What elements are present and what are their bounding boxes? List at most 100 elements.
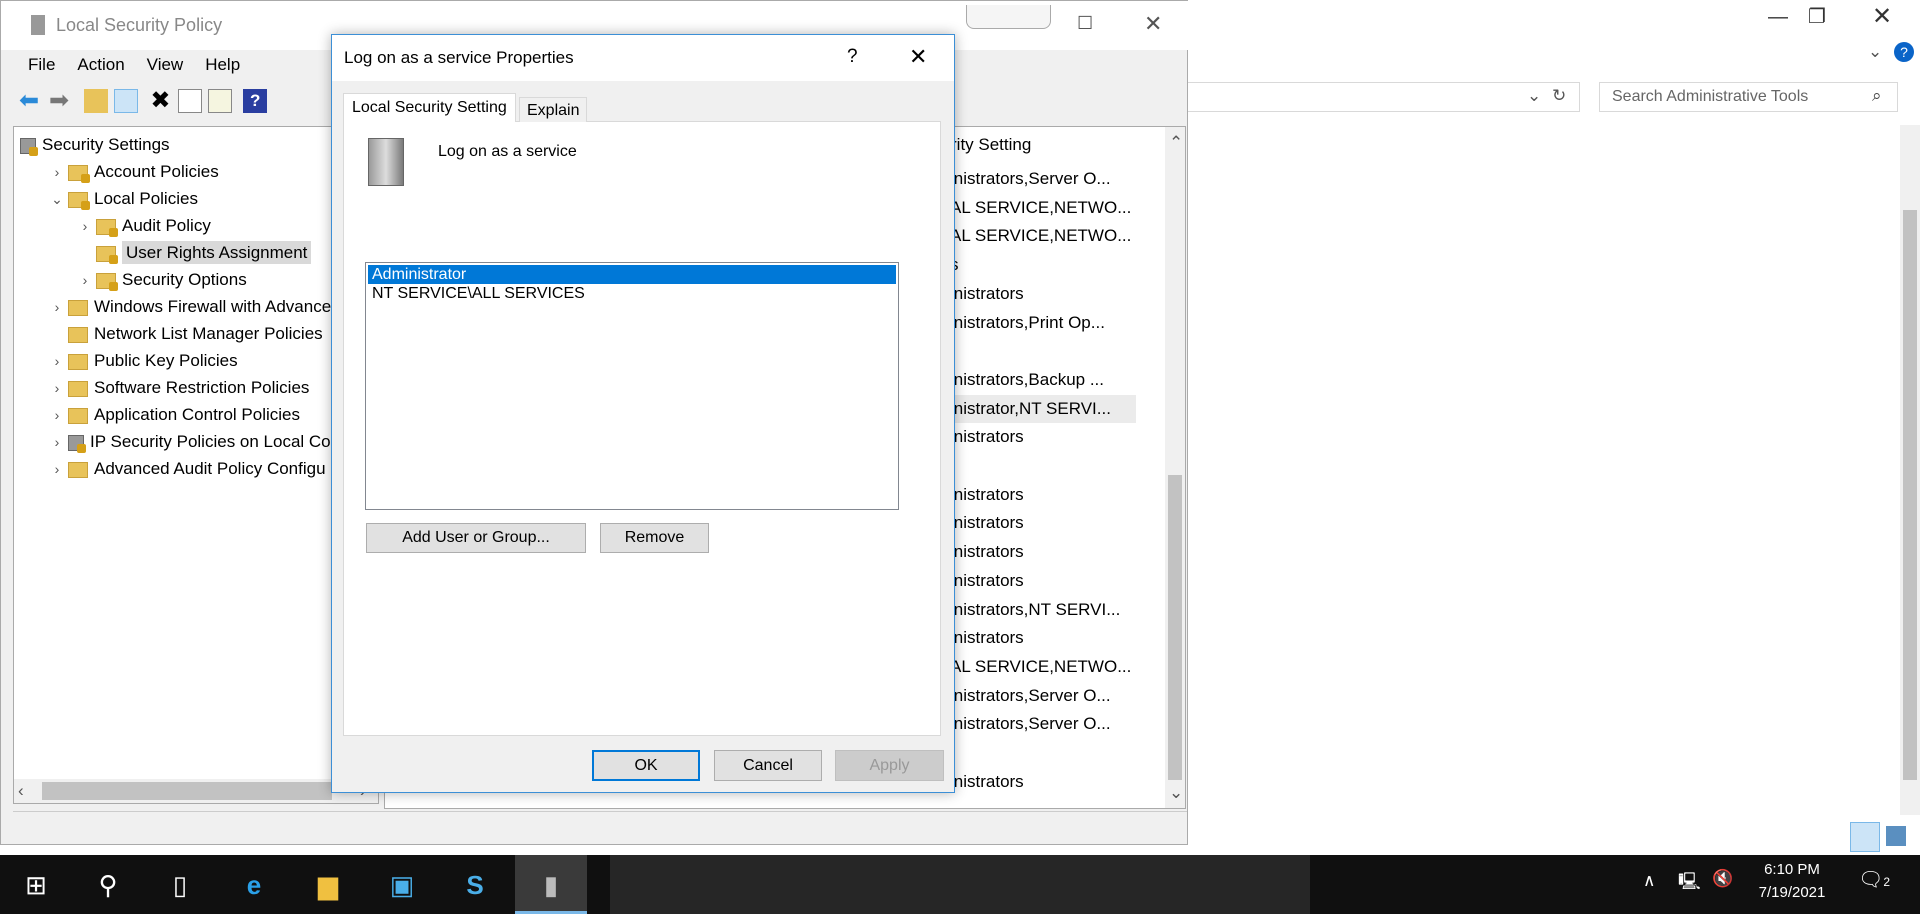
tree-item[interactable]: › IP Security Policies on Local Cor [46, 428, 336, 455]
policy-row-setting[interactable]: AL SERVICE,NETWO... [950, 194, 1131, 222]
scroll-thumb[interactable] [1168, 475, 1182, 780]
show-hidden-icons[interactable]: ∧ [1643, 871, 1655, 891]
scroll-left-icon[interactable]: ‹ [18, 781, 24, 801]
tree-item[interactable]: Network List Manager Policies [46, 320, 323, 347]
policy-row-setting[interactable]: inistrators,Print Op... [950, 309, 1105, 337]
scroll-up-icon[interactable]: ⌃ [1169, 133, 1183, 153]
add-user-or-group-button[interactable]: Add User or Group... [366, 523, 586, 553]
policy-row-setting[interactable]: inistrators,Server O... [950, 165, 1111, 193]
chevron-right-icon[interactable]: › [46, 456, 68, 483]
internet-explorer-icon[interactable]: e [234, 865, 274, 905]
volume-muted-icon[interactable]: 🔇 [1712, 869, 1733, 889]
chevron-right-icon[interactable]: › [46, 429, 68, 456]
tab-explain[interactable]: Explain [519, 97, 588, 122]
policy-row-setting[interactable]: AL SERVICE,NETWO... [950, 222, 1131, 250]
ribbon-handle[interactable] [966, 5, 1051, 29]
chevron-right-icon[interactable]: › [46, 375, 68, 402]
remove-button[interactable]: Remove [600, 523, 709, 553]
file-explorer-icon[interactable]: ▆ [308, 865, 348, 905]
chevron-right-icon[interactable]: › [46, 402, 68, 429]
export-list-icon[interactable] [208, 89, 233, 113]
account-item-selected[interactable]: Administrator [368, 265, 896, 284]
details-view-button[interactable] [1850, 822, 1880, 852]
show-hide-tree-icon[interactable] [113, 89, 138, 113]
refresh-icon[interactable]: ↻ [1552, 86, 1566, 106]
policy-row-setting[interactable]: inistrators [950, 567, 1024, 595]
chevron-right-icon[interactable]: › [46, 348, 68, 375]
vertical-scrollbar[interactable]: ⌃ ⌄ [1165, 127, 1185, 808]
task-view-icon[interactable]: ▯ [160, 865, 200, 905]
accounts-listbox[interactable]: Administrator NT SERVICE\ALL SERVICES [365, 262, 899, 510]
close-button[interactable]: ✕ [1144, 11, 1162, 37]
policy-row-setting[interactable]: inistrators [950, 624, 1024, 652]
policy-row-setting[interactable]: inistrators [950, 538, 1024, 566]
policy-row-setting[interactable]: inistrators [950, 280, 1024, 308]
column-header-security-setting[interactable]: rity Setting [951, 135, 1031, 155]
policy-row-setting[interactable]: inistrators,Backup ... [950, 366, 1104, 394]
account-item[interactable]: NT SERVICE\ALL SERVICES [368, 284, 896, 303]
network-icon[interactable]: 🖳 [1678, 869, 1701, 898]
search-icon[interactable]: ⚲ [88, 865, 128, 905]
ok-button[interactable]: OK [592, 750, 700, 781]
menu-action[interactable]: Action [77, 55, 124, 74]
policy-row-setting[interactable]: inistrators [950, 768, 1024, 796]
server-manager-icon[interactable]: ▣ [382, 865, 422, 905]
tree-item[interactable]: › Audit Policy [74, 212, 211, 239]
properties-icon[interactable] [178, 89, 203, 113]
back-icon[interactable]: ⬅ [19, 89, 43, 113]
chevron-right-icon[interactable]: › [46, 159, 68, 186]
tree-item[interactable]: › Application Control Policies [46, 401, 300, 428]
policy-row-setting[interactable]: inistrators,NT SERVI... [950, 596, 1120, 624]
delete-icon[interactable]: ✖ [148, 89, 172, 113]
dropdown-icon[interactable]: ⌄ [1527, 86, 1541, 106]
tree-item[interactable]: Security Settings [18, 131, 170, 158]
policy-row-setting[interactable]: inistrators,Server O... [950, 682, 1111, 710]
cancel-button[interactable]: Cancel [714, 750, 822, 781]
restore-button[interactable]: ❐ [1808, 4, 1826, 29]
maximize-button[interactable]: ☐ [1077, 13, 1093, 34]
scroll-thumb[interactable] [42, 782, 332, 800]
chevron-right-icon[interactable]: › [46, 294, 68, 321]
minimize-button[interactable]: — [1768, 6, 1788, 29]
close-button[interactable]: ✕ [909, 44, 927, 70]
policy-row-setting[interactable]: inistrators [950, 423, 1024, 451]
tree-item[interactable]: › Windows Firewall with Advance [46, 293, 332, 321]
action-center-icon[interactable]: 🗨2 [1858, 867, 1890, 892]
scrollbar[interactable] [1900, 125, 1920, 815]
chevron-right-icon[interactable]: › [74, 213, 96, 240]
chevron-down-icon[interactable]: ⌄ [46, 186, 68, 213]
apply-button[interactable]: Apply [835, 750, 944, 781]
search-input[interactable]: Search Administrative Tools ⌕ [1599, 82, 1898, 112]
tree-item[interactable]: › Security Options [74, 266, 247, 293]
policy-row-setting[interactable]: inistrators [950, 481, 1024, 509]
menu-file[interactable]: File [28, 55, 55, 74]
chevron-down-icon[interactable]: ⌄ [1868, 42, 1882, 62]
menu-help[interactable]: Help [205, 55, 240, 74]
tree-item[interactable]: User Rights Assignment [74, 239, 312, 266]
menu-view[interactable]: View [147, 55, 184, 74]
large-icons-view-button[interactable] [1886, 826, 1906, 846]
tree-item[interactable]: › Account Policies [46, 158, 219, 185]
horizontal-scrollbar[interactable]: ‹ › [14, 779, 378, 803]
policy-row-setting[interactable]: inistrators [950, 509, 1024, 537]
address-bar[interactable]: ⌄ ↻ [1186, 82, 1580, 112]
policy-row-setting[interactable]: AL SERVICE,NETWO... [950, 653, 1131, 681]
close-button[interactable]: ✕ [1872, 2, 1892, 31]
tab-local-security-setting[interactable]: Local Security Setting [343, 93, 516, 122]
up-folder-icon[interactable] [83, 89, 108, 113]
tree-item[interactable]: › Public Key Policies [46, 347, 238, 374]
tree-item[interactable]: › Advanced Audit Policy Configu [46, 455, 326, 482]
security-app-icon[interactable]: S [455, 865, 495, 905]
policy-row-setting[interactable]: inistrator,NT SERVI... [950, 394, 1136, 423]
tree-item[interactable]: ⌄ Local Policies [46, 185, 198, 212]
help-button[interactable]: ? [847, 46, 858, 68]
taskbar-local-security-policy[interactable]: ▮ [515, 855, 587, 914]
chevron-right-icon[interactable]: › [74, 267, 96, 294]
policy-row-setting[interactable]: inistrators,Server O... [950, 710, 1111, 738]
scroll-down-icon[interactable]: ⌄ [1169, 783, 1183, 803]
start-icon[interactable]: ⊞ [16, 865, 56, 905]
tree-item[interactable]: › Software Restriction Policies [46, 374, 310, 402]
help-icon[interactable]: ? [243, 89, 268, 113]
forward-icon[interactable]: ➡ [49, 89, 73, 113]
clock[interactable]: 6:10 PM 7/19/2021 [1752, 861, 1832, 901]
